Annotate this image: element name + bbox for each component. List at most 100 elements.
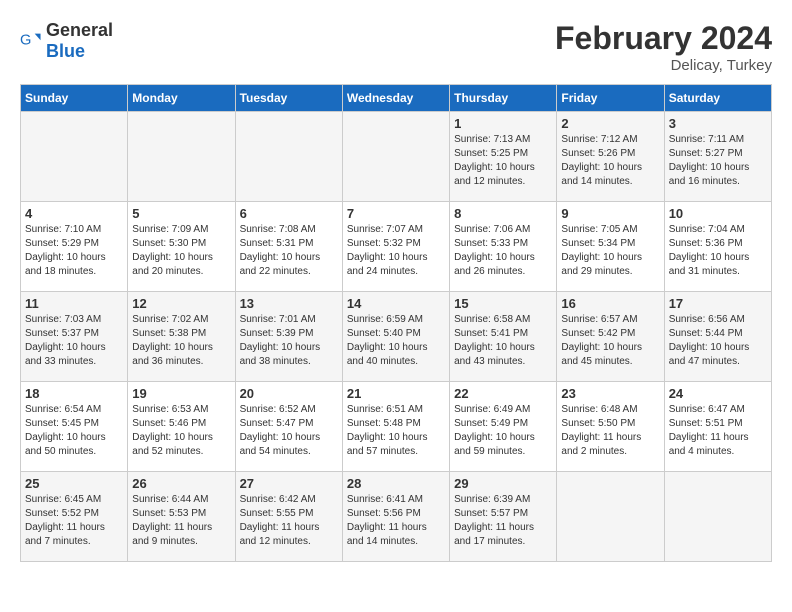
calendar-cell: 3 Sunrise: 7:11 AM Sunset: 5:27 PM Daylig… (664, 112, 771, 202)
header: G General Blue February 2024 Delicay, Tu… (20, 20, 772, 74)
calendar-cell: 11 Sunrise: 7:03 AM Sunset: 5:37 PM Dayli… (21, 292, 128, 382)
day-number: 2 (561, 116, 659, 131)
logo: G General Blue (20, 20, 113, 62)
calendar-cell: 18 Sunrise: 6:54 AM Sunset: 5:45 PM Dayli… (21, 382, 128, 472)
calendar-cell (342, 112, 449, 202)
day-info: Sunrise: 7:01 AM Sunset: 5:39 PM Dayligh… (240, 313, 338, 369)
day-info: Sunrise: 6:47 AM Sunset: 5:51 PM Dayligh… (669, 403, 767, 459)
calendar-cell (128, 112, 235, 202)
calendar-cell (557, 472, 664, 562)
calendar-cell: 2 Sunrise: 7:12 AM Sunset: 5:26 PM Daylig… (557, 112, 664, 202)
day-number: 10 (669, 206, 767, 221)
day-info: Sunrise: 7:11 AM Sunset: 5:27 PM Dayligh… (669, 133, 767, 189)
calendar-cell: 8 Sunrise: 7:06 AM Sunset: 5:33 PM Daylig… (450, 202, 557, 292)
svg-text:G: G (20, 33, 31, 49)
day-info: Sunrise: 7:09 AM Sunset: 5:30 PM Dayligh… (132, 223, 230, 279)
calendar-cell: 14 Sunrise: 6:59 AM Sunset: 5:40 PM Dayli… (342, 292, 449, 382)
day-info: Sunrise: 6:44 AM Sunset: 5:53 PM Dayligh… (132, 493, 230, 549)
day-info: Sunrise: 7:04 AM Sunset: 5:36 PM Dayligh… (669, 223, 767, 279)
calendar-cell: 5 Sunrise: 7:09 AM Sunset: 5:30 PM Daylig… (128, 202, 235, 292)
calendar-cell: 27 Sunrise: 6:42 AM Sunset: 5:55 PM Dayli… (235, 472, 342, 562)
day-info: Sunrise: 6:41 AM Sunset: 5:56 PM Dayligh… (347, 493, 445, 549)
calendar-cell (664, 472, 771, 562)
day-number: 11 (25, 296, 123, 311)
calendar-cell: 4 Sunrise: 7:10 AM Sunset: 5:29 PM Daylig… (21, 202, 128, 292)
day-header-saturday: Saturday (664, 85, 771, 112)
day-number: 13 (240, 296, 338, 311)
day-number: 27 (240, 476, 338, 491)
calendar-cell: 24 Sunrise: 6:47 AM Sunset: 5:51 PM Dayli… (664, 382, 771, 472)
calendar-week-row: 25 Sunrise: 6:45 AM Sunset: 5:52 PM Dayli… (21, 472, 772, 562)
calendar-cell: 7 Sunrise: 7:07 AM Sunset: 5:32 PM Daylig… (342, 202, 449, 292)
day-number: 18 (25, 386, 123, 401)
day-number: 19 (132, 386, 230, 401)
calendar-cell: 21Sunrise: 6:51 AM Sunset: 5:48 PM Dayli… (342, 382, 449, 472)
day-header-monday: Monday (128, 85, 235, 112)
day-header-friday: Friday (557, 85, 664, 112)
day-number: 5 (132, 206, 230, 221)
logo-text-blue: Blue (46, 41, 85, 61)
day-number: 3 (669, 116, 767, 131)
day-info: Sunrise: 6:58 AM Sunset: 5:41 PM Dayligh… (454, 313, 552, 369)
day-number: 20 (240, 386, 338, 401)
calendar-cell: 15Sunrise: 6:58 AM Sunset: 5:41 PM Dayli… (450, 292, 557, 382)
day-info: Sunrise: 7:05 AM Sunset: 5:34 PM Dayligh… (561, 223, 659, 279)
day-number: 14 (347, 296, 445, 311)
calendar-cell: 17Sunrise: 6:56 AM Sunset: 5:44 PM Dayli… (664, 292, 771, 382)
calendar-cell: 12 Sunrise: 7:02 AM Sunset: 5:38 PM Dayli… (128, 292, 235, 382)
day-number: 25 (25, 476, 123, 491)
day-number: 8 (454, 206, 552, 221)
day-header-tuesday: Tuesday (235, 85, 342, 112)
calendar-cell: 10 Sunrise: 7:04 AM Sunset: 5:36 PM Dayli… (664, 202, 771, 292)
day-info: Sunrise: 7:10 AM Sunset: 5:29 PM Dayligh… (25, 223, 123, 279)
day-info: Sunrise: 7:13 AM Sunset: 5:25 PM Dayligh… (454, 133, 552, 189)
day-number: 6 (240, 206, 338, 221)
day-info: Sunrise: 7:07 AM Sunset: 5:32 PM Dayligh… (347, 223, 445, 279)
calendar-cell: 1 Sunrise: 7:13 AM Sunset: 5:25 PM Daylig… (450, 112, 557, 202)
day-number: 28 (347, 476, 445, 491)
calendar-cell: 13 Sunrise: 7:01 AM Sunset: 5:39 PM Dayli… (235, 292, 342, 382)
day-info: Sunrise: 6:59 AM Sunset: 5:40 PM Dayligh… (347, 313, 445, 369)
calendar-week-row: 11 Sunrise: 7:03 AM Sunset: 5:37 PM Dayli… (21, 292, 772, 382)
calendar-cell: 9 Sunrise: 7:05 AM Sunset: 5:34 PM Daylig… (557, 202, 664, 292)
calendar-header-row: SundayMondayTuesdayWednesdayThursdayFrid… (21, 85, 772, 112)
calendar-cell: 20 Sunrise: 6:52 AM Sunset: 5:47 PM Dayli… (235, 382, 342, 472)
calendar-table: SundayMondayTuesdayWednesdayThursdayFrid… (20, 84, 772, 562)
day-info: Sunrise: 6:49 AM Sunset: 5:49 PM Dayligh… (454, 403, 552, 459)
logo-icon: G (20, 30, 42, 52)
day-info: Sunrise: 6:45 AM Sunset: 5:52 PM Dayligh… (25, 493, 123, 549)
day-number: 1 (454, 116, 552, 131)
day-info: Sunrise: 6:42 AM Sunset: 5:55 PM Dayligh… (240, 493, 338, 549)
day-info: Sunrise: 6:57 AM Sunset: 5:42 PM Dayligh… (561, 313, 659, 369)
day-number: 4 (25, 206, 123, 221)
day-header-thursday: Thursday (450, 85, 557, 112)
calendar-cell: 23 Sunrise: 6:48 AM Sunset: 5:50 PM Dayli… (557, 382, 664, 472)
page-title: February 2024 (555, 20, 772, 57)
day-info: Sunrise: 6:56 AM Sunset: 5:44 PM Dayligh… (669, 313, 767, 369)
day-info: Sunrise: 7:02 AM Sunset: 5:38 PM Dayligh… (132, 313, 230, 369)
day-info: Sunrise: 6:39 AM Sunset: 5:57 PM Dayligh… (454, 493, 552, 549)
calendar-week-row: 18 Sunrise: 6:54 AM Sunset: 5:45 PM Dayli… (21, 382, 772, 472)
day-number: 9 (561, 206, 659, 221)
calendar-cell (21, 112, 128, 202)
calendar-cell: 26 Sunrise: 6:44 AM Sunset: 5:53 PM Dayli… (128, 472, 235, 562)
day-header-sunday: Sunday (21, 85, 128, 112)
day-info: Sunrise: 7:03 AM Sunset: 5:37 PM Dayligh… (25, 313, 123, 369)
day-info: Sunrise: 6:54 AM Sunset: 5:45 PM Dayligh… (25, 403, 123, 459)
calendar-week-row: 4 Sunrise: 7:10 AM Sunset: 5:29 PM Daylig… (21, 202, 772, 292)
calendar-cell: 22Sunrise: 6:49 AM Sunset: 5:49 PM Dayli… (450, 382, 557, 472)
page-subtitle: Delicay, Turkey (555, 57, 772, 74)
day-number: 24 (669, 386, 767, 401)
day-number: 26 (132, 476, 230, 491)
calendar-cell: 25 Sunrise: 6:45 AM Sunset: 5:52 PM Dayli… (21, 472, 128, 562)
day-info: Sunrise: 7:12 AM Sunset: 5:26 PM Dayligh… (561, 133, 659, 189)
title-area: February 2024 Delicay, Turkey (555, 20, 772, 74)
day-info: Sunrise: 6:48 AM Sunset: 5:50 PM Dayligh… (561, 403, 659, 459)
day-number: 16 (561, 296, 659, 311)
day-info: Sunrise: 7:06 AM Sunset: 5:33 PM Dayligh… (454, 223, 552, 279)
day-info: Sunrise: 6:51 AM Sunset: 5:48 PM Dayligh… (347, 403, 445, 459)
day-info: Sunrise: 6:52 AM Sunset: 5:47 PM Dayligh… (240, 403, 338, 459)
day-number: 23 (561, 386, 659, 401)
day-number: 12 (132, 296, 230, 311)
day-number: 7 (347, 206, 445, 221)
